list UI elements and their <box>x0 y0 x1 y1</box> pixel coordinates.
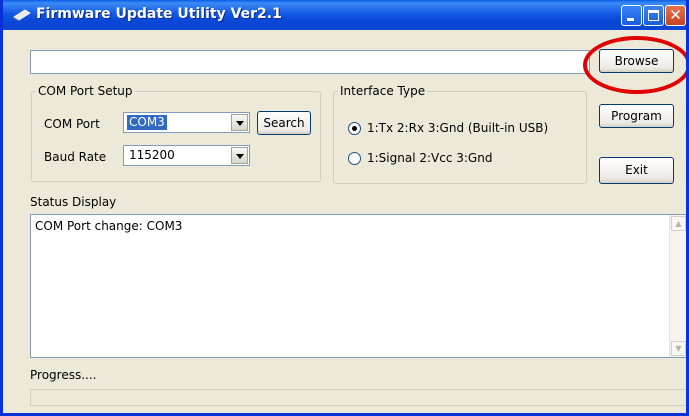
chevron-down-icon[interactable] <box>231 114 248 131</box>
com-port-value: COM3 <box>127 115 167 130</box>
status-message: COM Port change: COM3 <box>35 219 183 233</box>
exit-button[interactable]: Exit <box>599 157 674 184</box>
baud-rate-label: Baud Rate <box>44 150 107 164</box>
baud-rate-select[interactable]: 115200 <box>123 145 250 166</box>
minimize-button[interactable] <box>621 5 642 26</box>
window-title: Firmware Update Utility Ver2.1 <box>36 6 282 22</box>
radio-button[interactable] <box>348 151 361 165</box>
title-bar[interactable]: Firmware Update Utility Ver2.1 ✕ <box>3 0 686 30</box>
status-display-label: Status Display <box>30 195 117 209</box>
app-window: Firmware Update Utility Ver2.1 ✕ Browse … <box>0 0 689 416</box>
interface-type-legend: Interface Type <box>340 84 426 98</box>
interface-option-signal[interactable]: 1:Signal 2:Vcc 3:Gnd <box>348 151 492 165</box>
chevron-down-icon[interactable] <box>231 147 248 164</box>
minimize-icon <box>627 18 634 21</box>
status-display-box[interactable]: COM Port change: COM3 ▲ ▼ <box>30 214 686 358</box>
maximize-button[interactable] <box>643 5 664 26</box>
progress-label: Progress.... <box>30 368 97 382</box>
firmware-path-input[interactable] <box>30 50 590 74</box>
com-port-select[interactable]: COM3 <box>123 112 250 133</box>
program-button[interactable]: Program <box>599 104 674 128</box>
baud-rate-value: 115200 <box>129 148 175 162</box>
app-icon <box>13 9 31 21</box>
com-port-setup-legend: COM Port Setup <box>38 84 133 98</box>
radio-button-checked[interactable] <box>348 121 361 135</box>
maximize-icon <box>648 10 659 21</box>
interface-option-usb[interactable]: 1:Tx 2:Rx 3:Gnd (Built-in USB) <box>348 121 548 135</box>
interface-option-label: 1:Tx 2:Rx 3:Gnd (Built-in USB) <box>367 121 549 135</box>
scroll-up-icon[interactable]: ▲ <box>671 216 686 231</box>
highlight-circle <box>583 36 686 94</box>
scroll-down-icon[interactable]: ▼ <box>671 341 686 356</box>
search-button[interactable]: Search <box>257 111 311 135</box>
progress-bar <box>30 389 686 406</box>
close-icon: ✕ <box>669 6 682 24</box>
com-port-label: COM Port <box>44 117 100 131</box>
interface-option-label: 1:Signal 2:Vcc 3:Gnd <box>367 151 493 165</box>
vertical-scrollbar[interactable]: ▲ ▼ <box>669 215 686 357</box>
close-button[interactable]: ✕ <box>665 5 686 26</box>
